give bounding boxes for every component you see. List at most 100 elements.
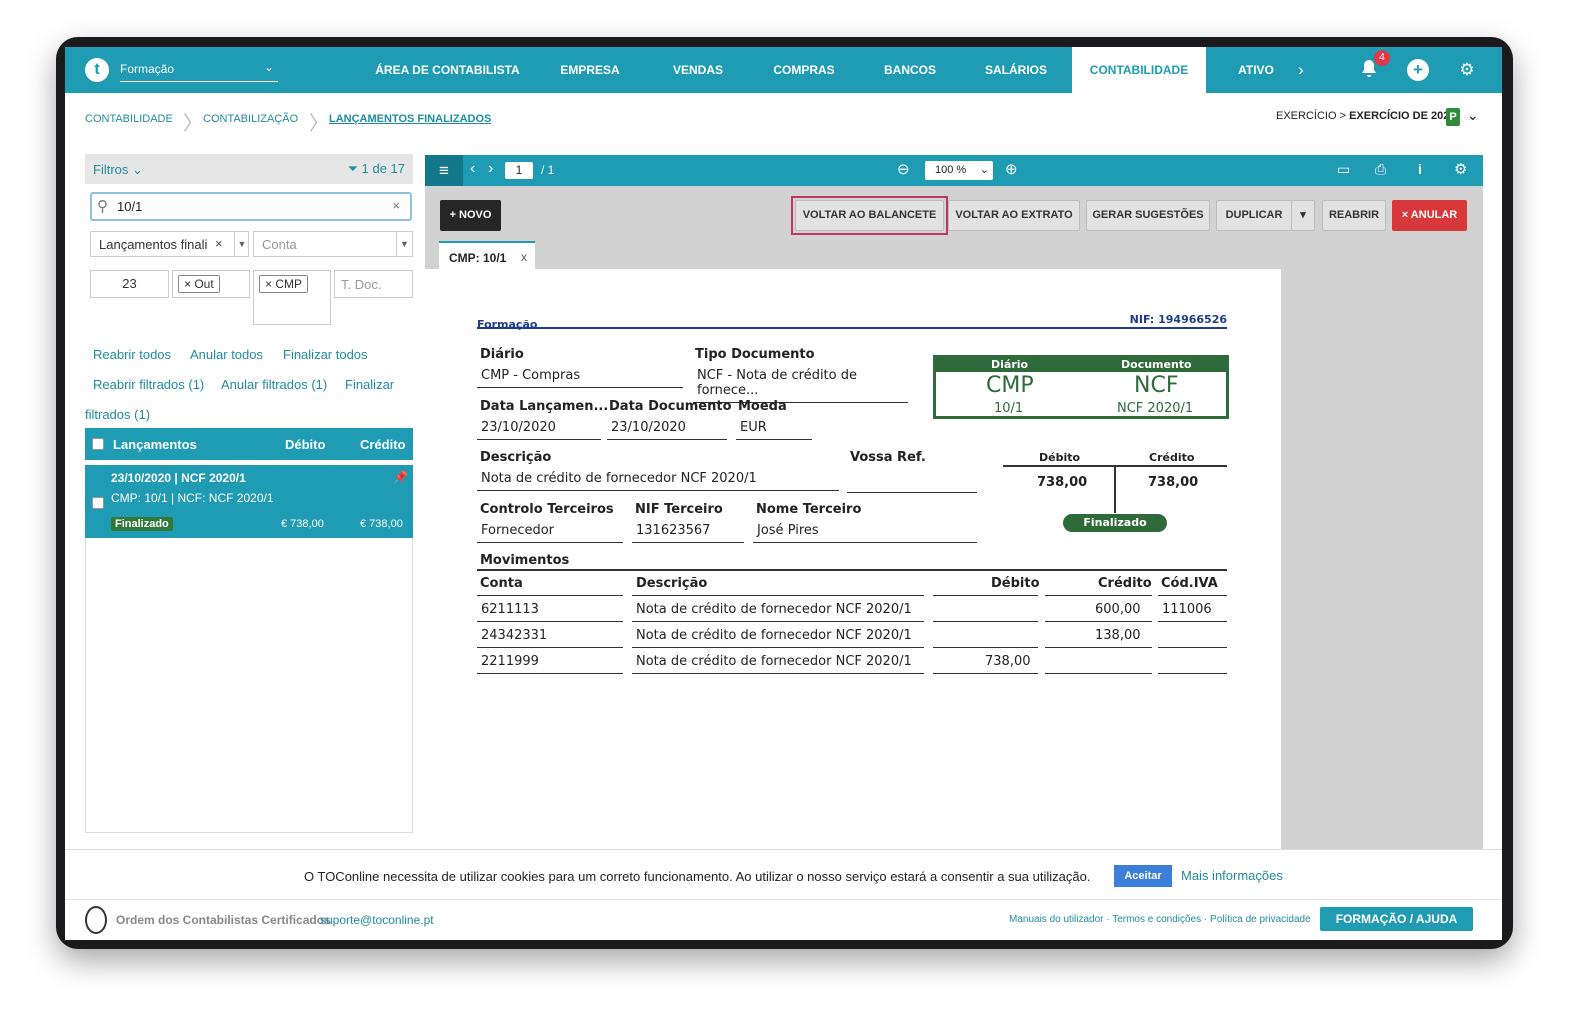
account-select[interactable]: Conta ▼	[253, 231, 413, 257]
breadcrumb-contabilizacao[interactable]: CONTABILIZAÇÃO	[203, 113, 298, 125]
third-name-value: José Pires	[753, 520, 977, 543]
cancel-filtered-link[interactable]: Anular filtrados (1)	[221, 377, 327, 392]
header-debit: Débito	[285, 437, 326, 452]
nav-item-empresa[interactable]: EMPRESA	[551, 47, 629, 93]
footer-links[interactable]: Manuais do utilizador · Termos e condiçõ…	[1009, 914, 1311, 925]
company-selector[interactable]: Formação ⌄	[120, 60, 278, 82]
cookie-banner: O TOConline necessita de utilizar cookie…	[65, 849, 1502, 899]
mov-credit: 138,00	[1095, 628, 1141, 643]
row-checkbox[interactable]	[92, 497, 104, 509]
day-field[interactable]: 23	[90, 270, 169, 298]
cancel-all-link[interactable]: Anular todos	[190, 347, 263, 362]
zoom-in-icon[interactable]: ⊕	[1005, 160, 1018, 178]
chevron-down-icon: ⌄	[263, 60, 274, 74]
info-icon[interactable]: i	[1418, 161, 1422, 177]
duplicate-button[interactable]: DUPLICAR	[1216, 200, 1292, 231]
nav-item-salarios[interactable]: SALÁRIOS	[976, 47, 1056, 93]
help-button[interactable]: FORMAÇÃO / AJUDA	[1320, 907, 1473, 931]
pin-icon[interactable]: 📌	[393, 470, 408, 484]
more-info-link[interactable]: Mais informações	[1181, 868, 1283, 883]
app-logo-icon[interactable]: t	[85, 58, 109, 82]
row-divider	[477, 647, 623, 648]
nav-item-ativo[interactable]: ATIVO	[1226, 47, 1286, 93]
mov-header-credit: Crédito	[1098, 576, 1152, 591]
chevron-down-icon[interactable]: ⌄	[1467, 107, 1479, 124]
totals-header: Débito Crédito	[1003, 451, 1227, 467]
accept-cookies-button[interactable]: Aceitar	[1114, 865, 1172, 887]
close-icon[interactable]: x	[521, 250, 527, 264]
duplicate-dropdown-icon[interactable]: ▾	[1291, 200, 1315, 231]
month-tag[interactable]: × Out	[178, 275, 220, 293]
finalize-all-link[interactable]: Finalizar todos	[283, 347, 368, 362]
print-icon[interactable]: ⎙	[1375, 161, 1386, 178]
nav-item-contabilidade[interactable]: CONTABILIDADE	[1072, 47, 1206, 93]
reopen-button[interactable]: REABRIR	[1322, 200, 1386, 231]
pdf-icon[interactable]: ▭	[1337, 161, 1350, 178]
caret-down-icon[interactable]: ▼	[396, 232, 412, 256]
totals-divider	[1114, 467, 1116, 513]
nav-item-bancos[interactable]: BANCOS	[875, 47, 945, 93]
breadcrumb-contabilidade[interactable]: CONTABILIDADE	[85, 113, 173, 125]
nav-item-compras[interactable]: COMPRAS	[765, 47, 843, 93]
cancel-button[interactable]: × ANULAR	[1392, 200, 1467, 231]
status-value: Lançamentos finali	[99, 237, 208, 252]
add-icon[interactable]: +	[1407, 59, 1429, 81]
select-all-checkbox[interactable]	[92, 438, 104, 450]
exercise-prefix: EXERCÍCIO >	[1276, 110, 1346, 122]
mov-header-vat: Cód.IVA	[1161, 576, 1218, 591]
docdate-label: Data Documento	[609, 399, 732, 414]
menu-icon[interactable]: ≡	[425, 155, 463, 186]
list-body	[85, 538, 413, 833]
month-field[interactable]: × Out	[172, 270, 250, 298]
back-to-statement-button[interactable]: VOLTAR AO EXTRATO	[948, 200, 1080, 231]
row-divider	[632, 647, 924, 648]
third-nif-label: NIF Terceiro	[635, 502, 723, 517]
zoom-out-icon[interactable]: ⊖	[897, 160, 910, 178]
cookie-text: O TOConline necessita de utilizar cookie…	[304, 869, 1091, 884]
row-divider	[477, 595, 623, 596]
page-number-input[interactable]: 1	[505, 162, 533, 179]
stamp-diary: CMP	[986, 373, 1034, 398]
reopen-all-link[interactable]: Reabrir todos	[93, 347, 171, 362]
status-select[interactable]: Lançamentos finali × ▼	[90, 231, 249, 257]
stamp-diary-label: Diário	[991, 358, 1029, 371]
org-name: Ordem dos Contabilistas Certificados	[116, 913, 331, 927]
status-badge: Finalizado	[1063, 514, 1167, 532]
gear-icon[interactable]: ⚙	[1456, 59, 1478, 81]
row-divider	[933, 595, 1038, 596]
zoom-select[interactable]: 100 % ⌄	[925, 161, 993, 180]
gear-icon[interactable]: ⚙	[1454, 160, 1467, 178]
exercise-badge: P	[1446, 108, 1460, 126]
new-button[interactable]: + NOVO	[440, 200, 501, 231]
exercise-selector[interactable]: EXERCÍCIO > EXERCÍCIO DE 2020	[1276, 110, 1455, 122]
nav-item-vendas[interactable]: VENDAS	[663, 47, 733, 93]
clear-icon[interactable]: ×	[392, 198, 400, 213]
clear-icon[interactable]: ×	[215, 236, 223, 251]
back-to-balance-button[interactable]: VOLTAR AO BALANCETE	[795, 200, 944, 231]
reopen-filtered-link[interactable]: Reabrir filtrados (1)	[93, 377, 204, 392]
caret-down-icon[interactable]: ▼	[234, 232, 249, 256]
nav-item-contabilista[interactable]: ÁREA DE CONTABILISTA	[365, 47, 530, 93]
row-divider	[632, 673, 924, 674]
list-item[interactable]: 23/10/2020 | NCF 2020/1 📌 CMP: 10/1 | NC…	[85, 465, 413, 538]
filters-toggle[interactable]: Filtros ⌄	[93, 162, 143, 178]
description-label: Descrição	[480, 450, 552, 465]
row-divider	[632, 621, 924, 622]
search-value: 10/1	[117, 199, 143, 214]
diary-tag[interactable]: × CMP	[259, 275, 309, 293]
chevron-right-icon[interactable]: ›	[1290, 59, 1312, 81]
finalize-filtered-link-2[interactable]: filtrados (1)	[85, 407, 150, 422]
chevron-down-icon: ⌄	[128, 162, 143, 177]
tab-document[interactable]: CMP: 10/1 x	[439, 241, 535, 269]
doctype-field[interactable]: T. Doc.	[334, 270, 413, 298]
support-email-link[interactable]: suporte@toconline.pt	[320, 913, 434, 927]
prev-page-icon[interactable]: ‹	[470, 160, 475, 178]
mov-account: 24342331	[481, 628, 548, 643]
next-page-icon[interactable]: ›	[488, 160, 493, 178]
finalize-filtered-link[interactable]: Finalizar	[345, 377, 394, 392]
search-input[interactable]: ⚲ 10/1 ×	[90, 192, 412, 221]
diary-field[interactable]: × CMP	[253, 270, 331, 325]
exercise-value: EXERCÍCIO DE 2020	[1349, 110, 1456, 122]
generate-suggestions-button[interactable]: GERAR SUGESTÕES	[1086, 200, 1210, 231]
diary-label: Diário	[480, 347, 524, 362]
